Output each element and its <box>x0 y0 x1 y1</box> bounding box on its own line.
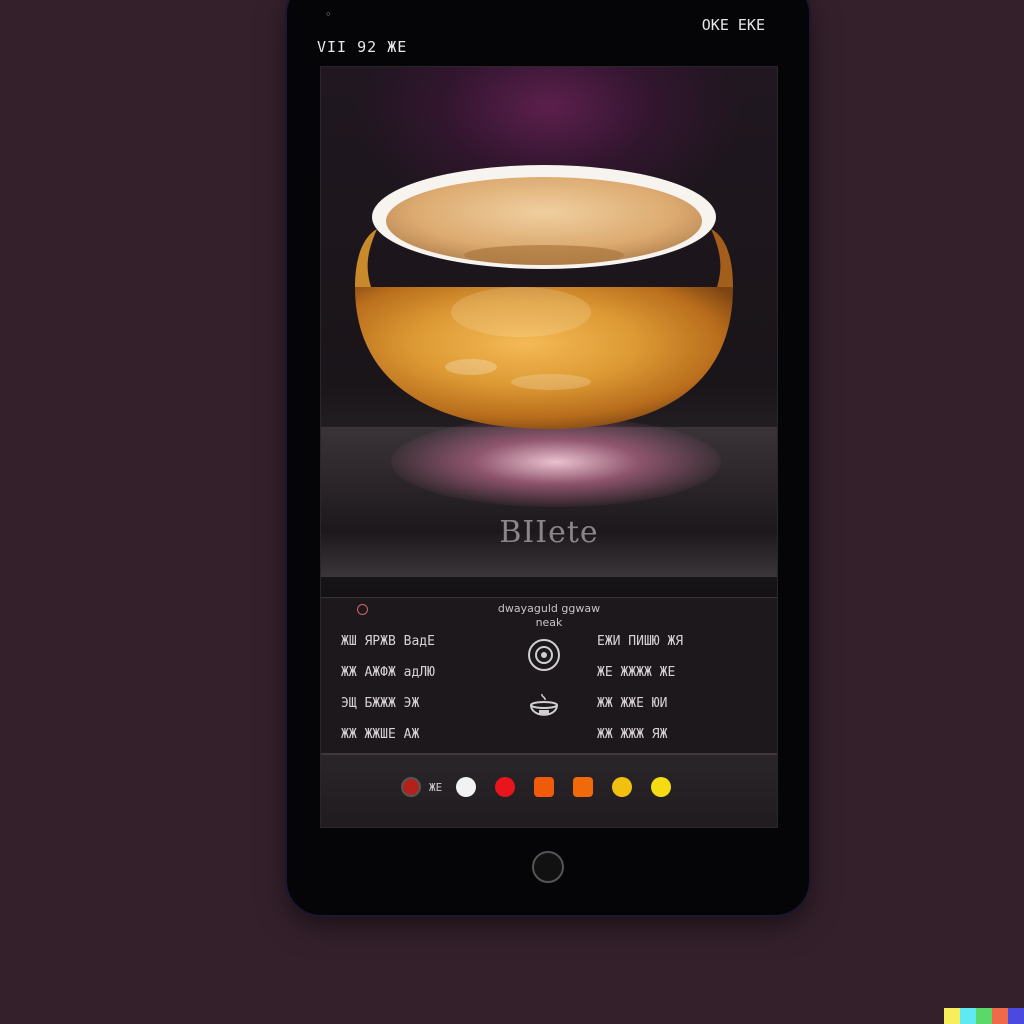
toolbar-label: ЖЕ <box>429 780 443 794</box>
info-row: ЖЖ ЖЖЖ ЯЖ <box>597 727 668 742</box>
info-row: ЕЖИ ПИШЮ ЖЯ <box>597 634 684 649</box>
swatch-amber[interactable] <box>612 777 633 797</box>
info-row: ЖЖ ЖЖШЕ АЖ <box>341 727 420 742</box>
phone-frame: ◦ VII 92 ЖЕ ОКЕ ЕКЕ BIIete dwayaguld ggw… <box>287 0 809 915</box>
swatch-orange[interactable] <box>534 777 555 797</box>
info-icons <box>527 638 567 742</box>
status-bar-right: ОКЕ ЕКЕ <box>701 16 765 34</box>
swatch-dark-orange[interactable] <box>573 777 594 797</box>
app-screen: BIIete dwayaguld ggwaw neak ЖШ ЯРЖВ ВадЕ… <box>320 66 778 828</box>
info-panel: dwayaguld ggwaw neak ЖШ ЯРЖВ ВадЕ ЖЖ АЖФ… <box>321 597 777 754</box>
swatch-white[interactable] <box>456 777 477 797</box>
strip-cyan <box>960 1008 976 1024</box>
record-button[interactable] <box>401 777 421 797</box>
info-row: ЭЩ БЖЖЖ ЭЖ <box>341 696 420 711</box>
info-heading: dwayaguld ggwaw <box>497 602 601 615</box>
info-row: ЖЖ АЖФЖ адЛЮ <box>341 665 435 680</box>
swatch-list: ЖЕ <box>401 777 690 797</box>
info-right-column: ЕЖИ ПИШЮ ЖЯ ЖЕ ЖЖЖЖ ЖЕ ЖЖ ЖЖЕ ЮИ ЖЖ ЖЖЖ … <box>597 626 767 750</box>
info-row: ЖЕ ЖЖЖЖ ЖЕ <box>597 665 676 680</box>
color-toolbar: ЖЕ <box>321 753 777 827</box>
cauldron-icon[interactable] <box>527 690 561 724</box>
status-bar-left: VII 92 ЖЕ <box>317 38 408 56</box>
coin-icon[interactable] <box>527 638 561 672</box>
strip-red <box>992 1008 1008 1024</box>
swatch-yellow[interactable] <box>651 777 672 797</box>
product-name: BIIete <box>499 515 599 550</box>
bowl-image <box>355 165 733 429</box>
strip-yellow <box>944 1008 960 1024</box>
strip-blue <box>1008 1008 1024 1024</box>
home-button[interactable] <box>532 851 564 883</box>
hero-image[interactable]: BIIete <box>321 67 777 597</box>
camera-icon: ◦ <box>325 8 332 21</box>
swatch-red[interactable] <box>495 777 516 797</box>
info-left-column: ЖШ ЯРЖВ ВадЕ ЖЖ АЖФЖ адЛЮ ЭЩ БЖЖЖ ЭЖ ЖЖ … <box>341 626 501 750</box>
strip-green <box>976 1008 992 1024</box>
color-strip <box>944 1008 1024 1024</box>
info-row: ЖШ ЯРЖВ ВадЕ <box>341 634 435 649</box>
info-row: ЖЖ ЖЖЕ ЮИ <box>597 696 668 711</box>
